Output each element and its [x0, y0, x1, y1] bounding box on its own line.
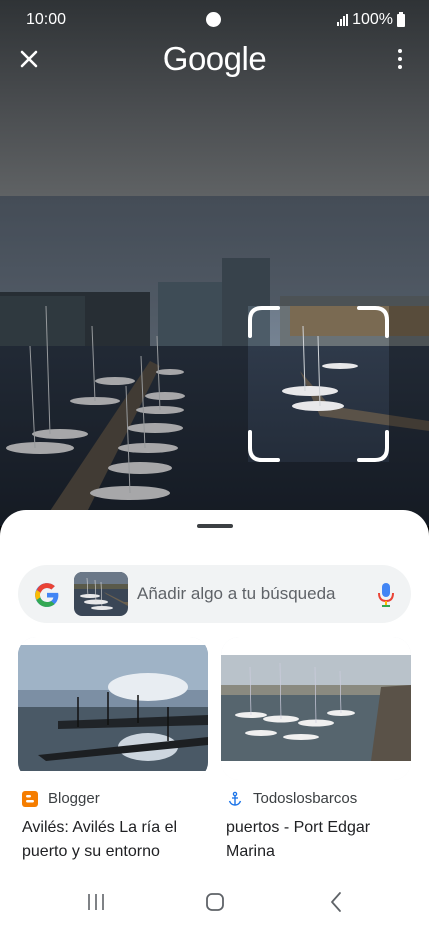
anchor-icon: [228, 791, 242, 806]
recents-icon[interactable]: [81, 890, 111, 914]
header-area: 10:00 100% Google: [0, 0, 429, 196]
result-title-2[interactable]: puertos - Port Edgar Marina: [226, 816, 406, 864]
status-right: 100%: [337, 11, 405, 29]
google-lens-screen: 10:00 100% Google Añadir algo a tu búsqu…: [0, 0, 429, 930]
query-image-thumbnail[interactable]: [74, 572, 128, 616]
result-image-1[interactable]: [18, 637, 208, 780]
search-input[interactable]: Añadir algo a tu búsqueda: [137, 584, 336, 604]
home-icon[interactable]: [200, 890, 230, 914]
status-bar: 10:00 100%: [0, 0, 429, 40]
search-bar[interactable]: Añadir algo a tu búsqueda: [18, 565, 411, 623]
result-title-1[interactable]: Avilés: Avilés La ría el puerto y su ent…: [22, 816, 202, 864]
more-vert-icon: [398, 49, 402, 53]
google-g-icon: [35, 583, 59, 607]
front-camera-icon: [206, 12, 221, 27]
result-source-1[interactable]: Blogger: [22, 790, 100, 807]
crop-selection-frame[interactable]: [248, 306, 389, 462]
back-icon[interactable]: [321, 890, 351, 914]
battery-icon: [397, 11, 405, 27]
system-nav-bar: [0, 872, 429, 930]
source-name: Todoslosbarcos: [253, 790, 358, 807]
battery-percent: 100%: [352, 11, 393, 28]
result-source-2[interactable]: Todoslosbarcos: [227, 790, 357, 807]
google-logo: Google: [162, 40, 267, 77]
status-time: 10:00: [26, 11, 67, 28]
results-sheet: Añadir algo a tu búsqueda Blogger Avilés…: [0, 510, 429, 930]
blogger-icon: [22, 790, 38, 807]
sheet-drag-handle[interactable]: [197, 524, 233, 528]
mic-icon[interactable]: [377, 582, 395, 608]
source-name: Blogger: [48, 790, 100, 807]
more-options-button[interactable]: [387, 46, 413, 72]
signal-icon: [337, 14, 349, 26]
result-image-2[interactable]: [221, 637, 411, 780]
